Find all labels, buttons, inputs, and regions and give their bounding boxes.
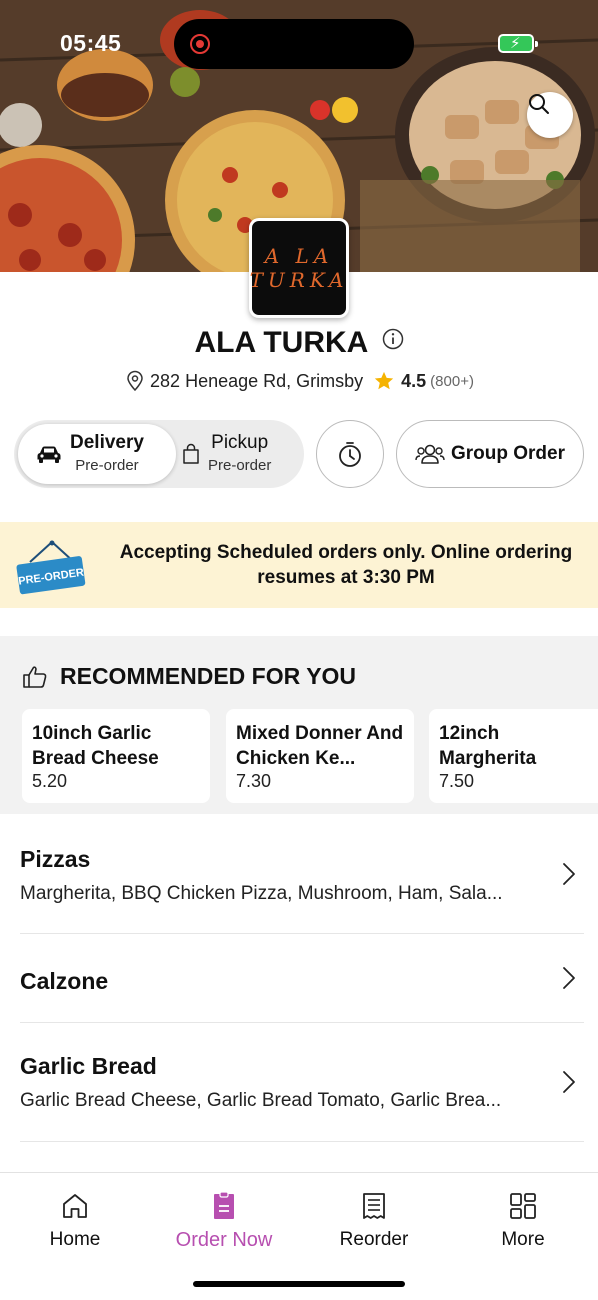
logo-line-1: A LA — [264, 244, 334, 268]
banner-message: Accepting Scheduled orders only. Online … — [119, 542, 573, 588]
pickup-sub: Pre-order — [208, 457, 272, 474]
delivery-option[interactable]: Delivery Pre-order — [18, 424, 176, 484]
chevron-right-icon — [563, 1071, 575, 1093]
recording-icon — [190, 34, 210, 54]
scheduled-orders-banner: PRE-ORDER Accepting Scheduled orders onl… — [0, 522, 598, 608]
tab-home[interactable]: Home — [0, 1191, 150, 1251]
tab-reorder[interactable]: Reorder — [299, 1191, 449, 1251]
rating-count: (800+) — [430, 372, 474, 390]
category-name: Calzone — [20, 968, 109, 994]
timer-icon — [339, 442, 361, 467]
star-icon — [374, 371, 394, 390]
tab-more-label: More — [501, 1229, 545, 1250]
recommended-title-text: RECOMMENDED FOR YOU — [60, 663, 357, 689]
tab-home-label: Home — [49, 1229, 101, 1250]
recommended-item[interactable]: 12inch Margherita 7.50 — [429, 709, 598, 803]
logo-line-2: TURKA — [249, 268, 349, 292]
info-icon — [382, 328, 403, 350]
group-users-icon — [415, 444, 445, 464]
delivery-label: Delivery — [70, 432, 144, 453]
category-row-calzone[interactable]: Calzone — [20, 967, 584, 1023]
thumbs-up-icon — [23, 665, 47, 688]
tab-order-now-label: Order Now — [175, 1229, 273, 1251]
receipt-icon — [363, 1193, 385, 1219]
category-row-pizzas[interactable]: Pizzas Margherita, BBQ Chicken Pizza, Mu… — [20, 846, 584, 934]
recommended-item-name: Mixed Donner And Chicken Ke... — [236, 723, 404, 769]
battery-icon: ⚡ — [498, 34, 538, 53]
recommended-item[interactable]: 10inch Garlic Bread Cheese 5.20 — [22, 709, 210, 803]
search-button[interactable] — [527, 92, 573, 138]
location-pin-icon — [127, 370, 143, 392]
pickup-label: Pickup — [211, 432, 269, 453]
rating-value: 4.5 — [401, 370, 427, 391]
grid-icon — [510, 1193, 536, 1219]
recommended-item-price: 7.50 — [439, 771, 475, 791]
recommended-item-name: 12inch Margherita — [439, 723, 537, 769]
chevron-right-icon — [563, 863, 575, 885]
chevron-right-icon — [563, 967, 575, 989]
order-icon — [214, 1191, 234, 1219]
status-time: 05:45 — [60, 30, 122, 56]
home-icon — [63, 1194, 87, 1218]
preorder-sign-icon: PRE-ORDER — [16, 540, 86, 595]
category-name: Garlic Bread — [20, 1053, 157, 1079]
shopping-bag-icon — [183, 443, 199, 464]
recommended-item-price: 7.30 — [236, 771, 272, 791]
tab-reorder-label: Reorder — [339, 1229, 409, 1250]
restaurant-logo: A LA TURKA — [249, 218, 349, 318]
home-indicator — [193, 1281, 405, 1287]
recommended-title: RECOMMENDED FOR YOU — [22, 663, 356, 690]
search-icon — [529, 94, 549, 114]
info-button[interactable] — [382, 324, 404, 358]
car-icon — [37, 446, 61, 463]
delivery-sub: Pre-order — [75, 457, 139, 474]
tab-more[interactable]: More — [448, 1191, 598, 1251]
group-order-button[interactable]: Group Order — [396, 420, 584, 488]
category-description: Garlic Bread Cheese, Garlic Bread Tomato… — [20, 1090, 502, 1111]
address-row: 282 Heneage Rd, Grimsby 4.5 (800+) — [0, 370, 598, 392]
recommended-section: RECOMMENDED FOR YOU 10inch Garlic Bread … — [0, 636, 598, 814]
category-description: Margherita, BBQ Chicken Pizza, Mushroom,… — [20, 883, 503, 904]
restaurant-name: ALA TURKA — [0, 326, 598, 360]
dynamic-island — [174, 19, 414, 69]
category-name: Pizzas — [20, 846, 91, 872]
order-mode-toggle: Delivery Pre-order Pickup Pre-order — [14, 420, 304, 488]
recommended-item-name: 10inch Garlic Bread Cheese — [32, 723, 159, 769]
tab-order-now[interactable]: Order Now — [149, 1191, 299, 1252]
group-order-label: Group Order — [450, 443, 565, 464]
pickup-option[interactable]: Pickup Pre-order — [182, 424, 300, 484]
restaurant-address: 282 Heneage Rd, Grimsby — [150, 370, 364, 391]
recommended-item[interactable]: Mixed Donner And Chicken Ke... 7.30 — [226, 709, 414, 803]
recommended-item-price: 5.20 — [32, 771, 68, 791]
schedule-button[interactable] — [316, 420, 384, 488]
category-row-garlic-bread[interactable]: Garlic Bread Garlic Bread Cheese, Garlic… — [20, 1053, 584, 1142]
restaurant-name-text: ALA TURKA — [194, 326, 368, 359]
